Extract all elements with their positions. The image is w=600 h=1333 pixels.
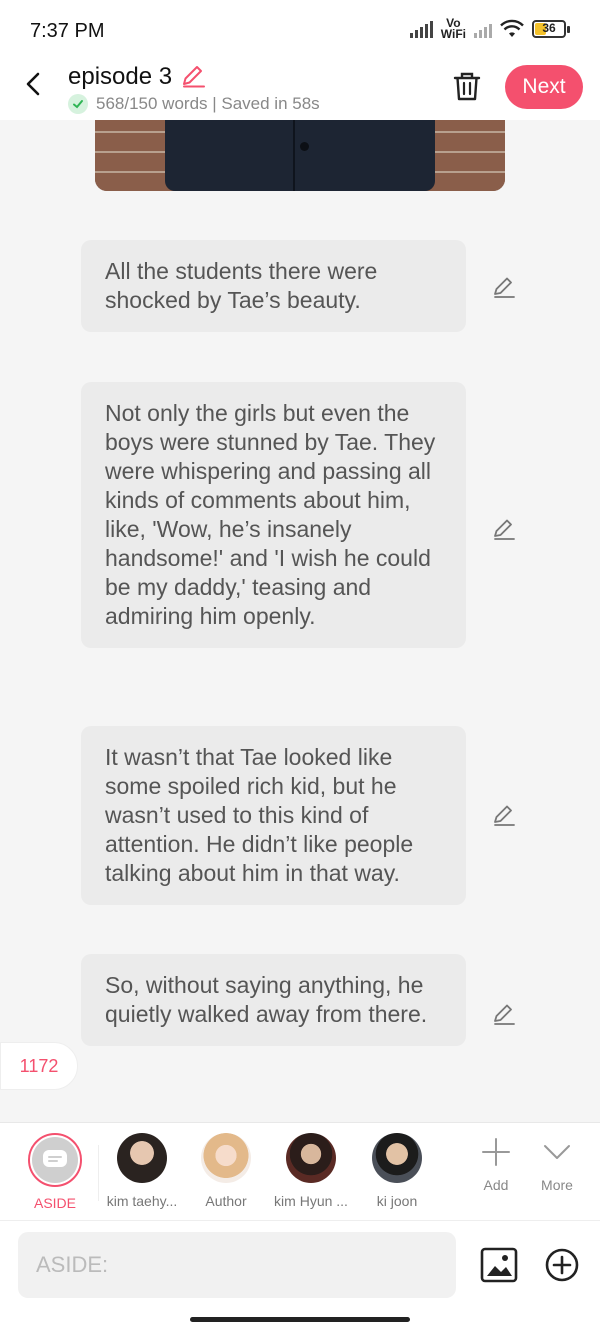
trash-icon[interactable]	[452, 70, 482, 102]
story-image[interactable]	[95, 120, 505, 191]
message-text: It wasn’t that Tae looked like some spoi…	[105, 744, 414, 886]
plus-icon	[482, 1138, 510, 1166]
character-name: kim Hyun ...	[274, 1193, 348, 1209]
story-content[interactable]: All the students there were shocked by T…	[0, 120, 600, 1122]
episode-title: episode 3	[68, 63, 173, 90]
add-label: Add	[483, 1177, 509, 1193]
avatar	[201, 1133, 251, 1183]
character-author[interactable]: Author	[196, 1133, 256, 1209]
word-count-saved-text: 568/150 words | Saved in 58s	[96, 94, 320, 113]
input-row	[0, 1220, 600, 1333]
status-icons: Vo WiFi 36	[409, 17, 570, 41]
divider	[98, 1145, 99, 1201]
more-label: More	[541, 1177, 573, 1193]
character-ki-joon[interactable]: ki joon	[366, 1133, 428, 1209]
wifi-calling-label: WiFi	[440, 27, 466, 41]
home-indicator	[190, 1317, 410, 1322]
volte-wifi-badge: Vo WiFi	[440, 17, 466, 41]
edit-message-icon[interactable]	[492, 517, 516, 541]
message-bubble[interactable]: Not only the girls but even the boys wer…	[81, 382, 466, 648]
character-name: kim taehy...	[106, 1193, 178, 1209]
avatar	[372, 1133, 422, 1183]
battery-level: 36	[542, 21, 556, 35]
more-characters-button[interactable]: More	[538, 1137, 576, 1193]
back-arrow-icon[interactable]	[22, 72, 46, 96]
next-button[interactable]: Next	[505, 65, 583, 109]
signal-icon-secondary	[474, 20, 492, 38]
message-text: So, without saying anything, he quietly …	[105, 972, 428, 1027]
battery-icon: 36	[532, 20, 570, 38]
message-bubble[interactable]: All the students there were shocked by T…	[81, 240, 466, 332]
avatar	[286, 1133, 336, 1183]
message-text: All the students there were shocked by T…	[105, 258, 378, 313]
message-bubble[interactable]: So, without saying anything, he quietly …	[81, 954, 466, 1046]
signal-icon	[409, 20, 433, 38]
aside-avatar	[28, 1133, 82, 1187]
message-bubble[interactable]: It wasn’t that Tae looked like some spoi…	[81, 726, 466, 905]
count-badge[interactable]: 1172	[0, 1042, 78, 1090]
aside-text-input[interactable]	[18, 1232, 456, 1298]
character-kim-taehyung[interactable]: kim taehy...	[104, 1133, 180, 1209]
check-icon	[68, 94, 88, 114]
image-icon[interactable]	[480, 1247, 518, 1283]
save-status: 568/150 words | Saved in 58s	[68, 94, 320, 114]
character-name: Author	[205, 1193, 247, 1209]
edit-title-icon[interactable]	[180, 63, 206, 89]
character-name: ASIDE	[33, 1195, 76, 1211]
add-circle-icon[interactable]	[545, 1248, 579, 1282]
status-bar: 7:37 PM Vo WiFi 36	[0, 0, 600, 62]
character-kim-hyun[interactable]: kim Hyun ...	[272, 1133, 350, 1209]
add-character-button[interactable]: Add	[478, 1137, 514, 1193]
character-aside[interactable]: ASIDE	[26, 1133, 84, 1211]
character-bar: ASIDE kim taehy... Author kim Hyun ... k…	[0, 1122, 600, 1220]
wifi-icon	[500, 19, 524, 37]
edit-message-icon[interactable]	[492, 275, 516, 299]
edit-message-icon[interactable]	[492, 1002, 516, 1026]
message-text: Not only the girls but even the boys wer…	[105, 400, 436, 629]
chat-bubble-icon	[43, 1150, 67, 1167]
avatar	[117, 1133, 167, 1183]
editor-header: episode 3 568/150 words | Saved in 58s N…	[0, 62, 600, 120]
chevron-down-icon	[544, 1145, 570, 1159]
edit-message-icon[interactable]	[492, 803, 516, 827]
character-name: ki joon	[376, 1193, 418, 1209]
status-time: 7:37 PM	[30, 20, 105, 42]
